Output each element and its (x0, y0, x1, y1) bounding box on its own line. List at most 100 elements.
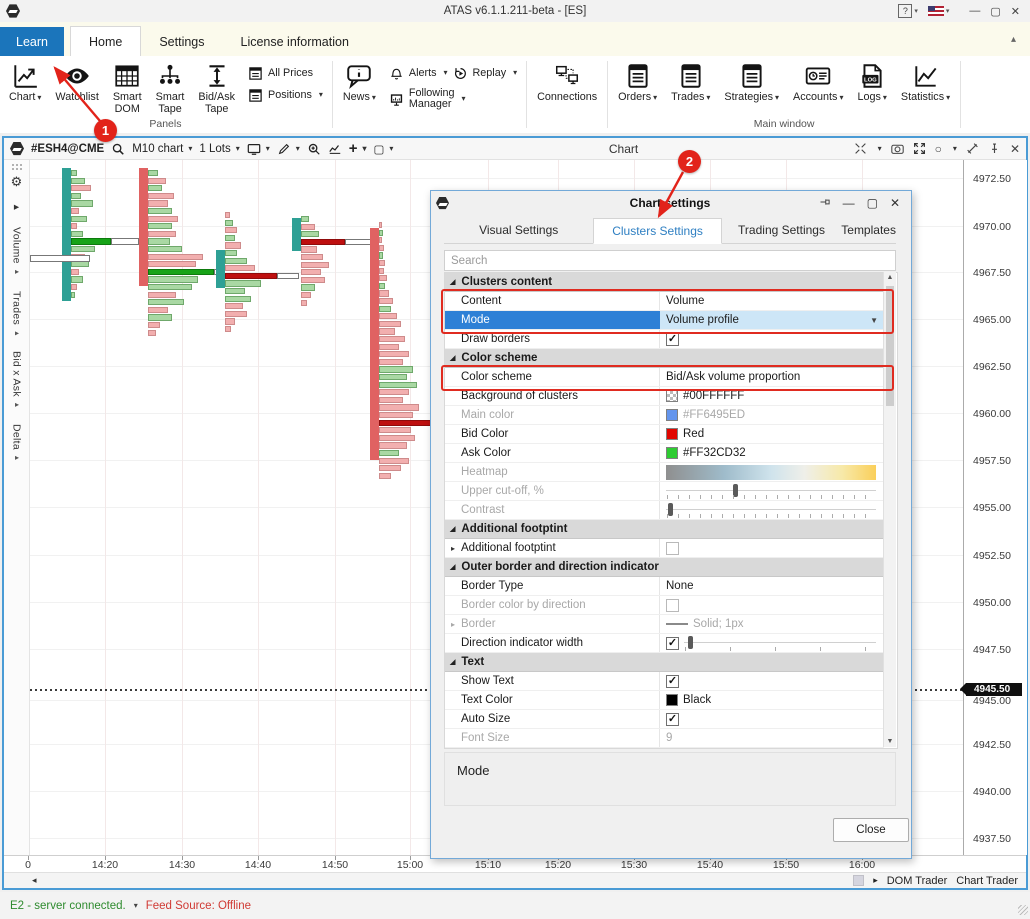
checkbox[interactable] (666, 542, 679, 555)
settings-group-clusters-content[interactable]: ◢Clusters content (445, 273, 884, 292)
settings-search-input[interactable] (444, 250, 896, 271)
timeframe-selector[interactable]: M10 chart▾ (132, 143, 192, 155)
ribbon-button-orders[interactable]: Orders▾ (611, 60, 664, 105)
indicator-chart-icon[interactable] (328, 142, 342, 156)
setting-row-show-text[interactable]: Show Text✓ (445, 672, 884, 691)
checkbox[interactable]: ✓ (666, 675, 679, 688)
ribbon-button-trades[interactable]: Trades▾ (664, 60, 717, 105)
link-group-icon[interactable] (854, 142, 867, 155)
chart-trader-button[interactable]: Chart Trader (956, 875, 1018, 887)
ribbon-button-bid-ask-tape[interactable]: Bid/Ask Tape (191, 60, 242, 117)
setting-row-mode[interactable]: ModeVolume profile▼ (445, 311, 884, 330)
color-swatch[interactable] (666, 409, 678, 421)
setting-row-text-color[interactable]: Text ColorBlack (445, 691, 884, 710)
dialog-tab-visual-settings[interactable]: Visual Settings (444, 218, 593, 243)
dialog-tab-clusters-settings[interactable]: Clusters Settings (593, 218, 721, 244)
setting-row-additional-footptint[interactable]: ▸Additional footptint (445, 539, 884, 558)
dropdown-icon[interactable]: ▾ (461, 95, 465, 103)
link-dropdown-icon[interactable]: ▾ (878, 144, 882, 153)
settings-group-additional-footptint[interactable]: ◢Additional footptint (445, 520, 884, 539)
color-swatch[interactable] (666, 694, 678, 706)
setting-row-auto-size[interactable]: Auto Size✓ (445, 710, 884, 729)
setting-row-bid-color[interactable]: Bid ColorRed (445, 425, 884, 444)
expand-arrow-icon[interactable]: ▸ (451, 620, 455, 629)
ribbon-tab-license-information[interactable]: License information (223, 27, 367, 56)
dropdown-icon[interactable]: ▾ (319, 91, 323, 99)
collapse-triangle-icon[interactable]: ◢ (450, 658, 455, 666)
side-panel-delta[interactable]: Delta ▸ (11, 424, 23, 463)
ribbon-button-smart-dom[interactable]: Smart DOM (106, 60, 149, 117)
panel-layout-icon[interactable]: ▾ (247, 142, 270, 156)
help-icon[interactable]: ?▾ (898, 4, 918, 18)
ribbon-button-positions[interactable]: Positions▾ (248, 88, 323, 103)
lots-selector[interactable]: 1 Lots▾ (199, 143, 239, 155)
collapse-triangle-icon[interactable]: ◢ (450, 278, 455, 286)
side-panel-trades[interactable]: Trades ▸ (11, 291, 23, 338)
template-icon[interactable]: ▢▾ (374, 142, 394, 156)
ribbon-button-following-manager[interactable]: Following Manager▾ (389, 88, 517, 111)
color-circle-icon[interactable]: ○ (935, 142, 942, 156)
checkbox[interactable]: ✓ (666, 713, 679, 726)
setting-row-upper-cut-off[interactable]: Upper cut-off, % (445, 482, 884, 501)
ribbon-button-accounts[interactable]: Accounts▾ (786, 60, 850, 105)
pin-icon[interactable] (988, 142, 1001, 155)
ribbon-button-statistics[interactable]: Statistics▾ (894, 60, 957, 105)
language-flag-icon[interactable]: ▾ (928, 6, 950, 16)
dialog-pin-icon[interactable] (819, 196, 831, 211)
checkbox[interactable]: ✓ (666, 333, 679, 346)
setting-row-background-of-clusters[interactable]: Background of clusters#00FFFFFF (445, 387, 884, 406)
dialog-close-icon[interactable]: ✕ (890, 196, 900, 210)
slider[interactable] (666, 484, 876, 499)
setting-row-color-scheme[interactable]: Color schemeBid/Ask volume proportion (445, 368, 884, 387)
collapse-triangle-icon[interactable]: ◢ (450, 354, 455, 362)
ribbon-button-replay[interactable]: Alerts▾Replay▾ (389, 66, 517, 81)
setting-row-border-color-by-direction[interactable]: Border color by direction (445, 596, 884, 615)
settings-group-text[interactable]: ◢Text (445, 653, 884, 672)
setting-row-content[interactable]: ContentVolume (445, 292, 884, 311)
ribbon-button-all-prices[interactable]: All Prices (248, 66, 323, 81)
color-dropdown-icon[interactable]: ▾ (953, 144, 957, 153)
setting-row-heatmap[interactable]: Heatmap (445, 463, 884, 482)
scrollbar-up-icon[interactable]: ▲ (884, 274, 896, 281)
ribbon-button-smart-tape[interactable]: Smart Tape (149, 60, 192, 117)
setting-row-contrast[interactable]: Contrast (445, 501, 884, 520)
zoom-icon[interactable] (307, 142, 321, 156)
setting-row-border-type[interactable]: Border TypeNone (445, 577, 884, 596)
close-button[interactable]: Close (833, 818, 909, 842)
dialog-titlebar[interactable]: Chart settings — ▢ ✕ (430, 190, 910, 216)
ribbon-button-watchlist[interactable]: Watchlist (48, 60, 105, 105)
ribbon-collapse-icon[interactable]: ▴ (1011, 34, 1016, 45)
search-icon[interactable] (111, 142, 125, 156)
ribbon-button-chart[interactable]: Chart▾ (2, 60, 48, 105)
symbol-selector[interactable]: #ESH4@CME (31, 143, 104, 155)
side-panel-bid-x-ask[interactable]: Bid x Ask ▸ (11, 351, 23, 409)
color-swatch[interactable] (666, 447, 678, 459)
drag-grip-icon[interactable] (11, 163, 23, 170)
scrollbar-down-icon[interactable]: ▼ (884, 738, 896, 745)
ribbon-button-strategies[interactable]: Strategies▾ (717, 60, 786, 105)
dropdown-icon[interactable]: ▾ (443, 69, 447, 77)
scroll-right-icon[interactable]: ▸ (873, 875, 878, 886)
panel-expand-arrow[interactable]: ▸ (11, 201, 23, 213)
gear-icon[interactable]: ⚙ (11, 174, 23, 190)
ribbon-tab-learn[interactable]: Learn (0, 27, 64, 56)
color-swatch[interactable] (666, 428, 678, 440)
dialog-tab-templates[interactable]: Templates (841, 218, 896, 243)
dom-trader-button[interactable]: DOM Trader (887, 875, 948, 887)
collapse-triangle-icon[interactable]: ◢ (450, 563, 455, 571)
heatmap-gradient[interactable] (666, 465, 876, 480)
dropdown-arrow-icon[interactable]: ▼ (870, 316, 878, 325)
settings-group-color-scheme[interactable]: ◢Color scheme (445, 349, 884, 368)
camera-icon[interactable] (891, 142, 904, 155)
collapse-triangle-icon[interactable]: ◢ (450, 525, 455, 533)
minimize-icon[interactable]: — (969, 5, 980, 17)
scrollbar-thumb[interactable] (886, 286, 894, 406)
dialog-minimize-icon[interactable]: — (843, 196, 855, 210)
ribbon-button-logs[interactable]: LOGLogs▾ (850, 60, 893, 105)
expand-arrow-icon[interactable]: ▸ (451, 544, 455, 553)
setting-row-direction-indicator-width[interactable]: Direction indicator width✓ (445, 634, 884, 653)
dropdown-icon[interactable]: ▾ (513, 69, 517, 77)
fullscreen-icon[interactable] (913, 142, 926, 155)
settings-group-outer-border-and-direction-indicator[interactable]: ◢Outer border and direction indicator (445, 558, 884, 577)
setting-row-border[interactable]: ▸BorderSolid; 1px (445, 615, 884, 634)
